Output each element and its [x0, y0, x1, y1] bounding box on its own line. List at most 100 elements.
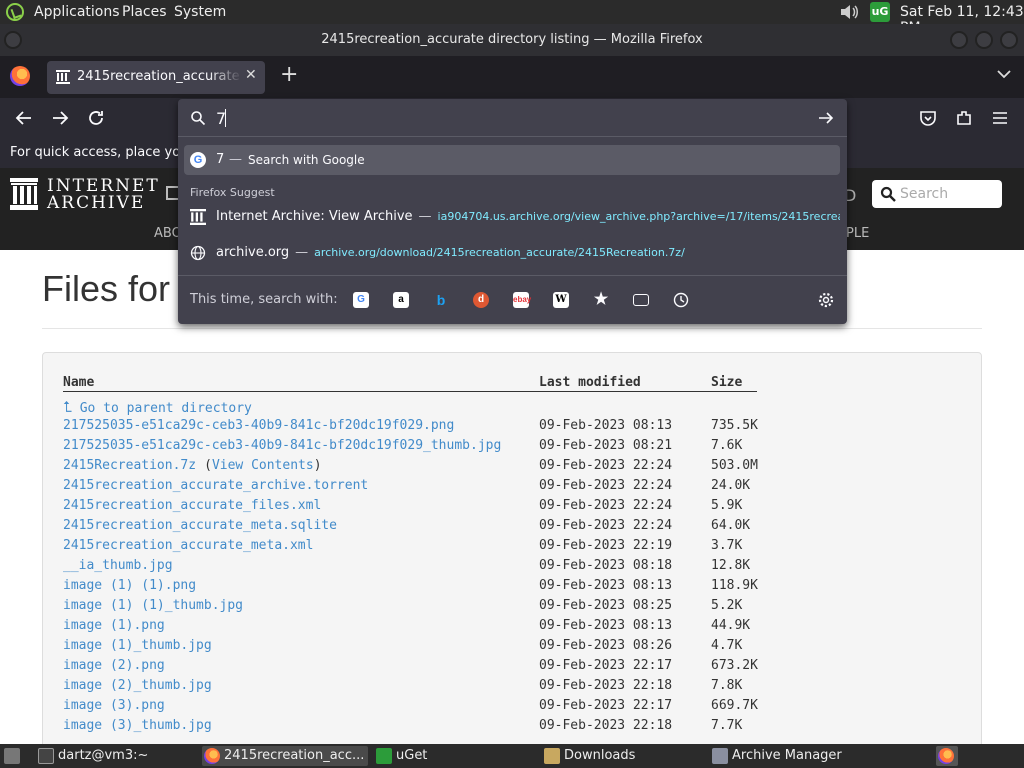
file-row: 217525035-e51ca29c-ceb3-40b9-841c-bf20dc… [63, 418, 943, 438]
back-icon[interactable] [14, 108, 34, 128]
reload-icon[interactable] [86, 108, 106, 128]
task-uget[interactable]: uGet [374, 746, 534, 766]
amazon-icon[interactable]: a [393, 292, 409, 308]
result-url: ia904704.us.archive.org/view_archive.php… [437, 210, 840, 223]
menu-applications[interactable]: Applications [34, 4, 120, 20]
bing-icon[interactable]: b [433, 292, 449, 308]
text-caret [225, 109, 226, 127]
file-modified: 09-Feb-2023 22:18 [539, 678, 673, 693]
file-modified: 09-Feb-2023 08:18 [539, 558, 673, 573]
urlbar-input[interactable] [216, 106, 806, 130]
task-downloads[interactable]: Downloads [542, 746, 702, 766]
show-desktop-button[interactable] [2, 746, 22, 766]
file-size: 44.9K [711, 618, 751, 633]
file-link[interactable]: image (1) (1).png [63, 578, 196, 593]
volume-icon[interactable] [838, 2, 860, 22]
col-header-size[interactable]: Size [711, 375, 742, 390]
bookmarks-icon[interactable]: ★ [593, 292, 609, 308]
file-link[interactable]: 2415Recreation.7z [63, 458, 196, 473]
tab-title: 2415recreation_accurate directory listin… [77, 69, 242, 84]
tabs-icon[interactable] [633, 294, 649, 306]
file-row: image (2).png 09-Feb-2023 22:17 673.2K [63, 658, 943, 678]
result-history-1[interactable]: Internet Archive: View Archive — ia904704.… [184, 204, 840, 230]
result-search-google[interactable]: G 7 — Search with Google [184, 145, 840, 175]
view-contents-wrap: (View Contents) [204, 458, 321, 473]
paren: ) [313, 458, 322, 473]
file-modified: 09-Feb-2023 08:26 [539, 638, 673, 653]
window-menu-button[interactable] [4, 31, 22, 49]
file-size: 24.0K [711, 478, 751, 493]
wikipedia-icon[interactable]: W [553, 292, 569, 308]
parent-dir-row[interactable]: ⮤ Go to parent directory [63, 398, 943, 418]
forward-icon[interactable] [50, 108, 70, 128]
top-panel: Applications Places System uG Sat Feb 11… [0, 0, 1024, 36]
search-settings-gear-icon[interactable] [818, 292, 834, 308]
file-modified: 09-Feb-2023 22:24 [539, 498, 673, 513]
file-link[interactable]: image (1)_thumb.jpg [63, 638, 212, 653]
window-titlebar[interactable]: 2415recreation_accurate directory listin… [0, 24, 1024, 56]
up-arrow-icon: ⮤ [63, 398, 72, 416]
file-link[interactable]: image (2).png [63, 658, 165, 673]
task-label: 2415recreation_acc... [224, 748, 365, 763]
extensions-icon[interactable] [954, 108, 974, 128]
file-link[interactable]: 217525035-e51ca29c-ceb3-40b9-841c-bf20dc… [63, 438, 501, 453]
file-link[interactable]: 2415recreation_accurate_meta.xml [63, 538, 313, 553]
list-all-tabs-icon[interactable] [996, 66, 1012, 82]
duckduckgo-icon[interactable]: d [473, 292, 489, 308]
ia-nav-people-partial[interactable]: PLE [846, 226, 869, 241]
google-icon[interactable]: G [353, 292, 369, 308]
tab-active[interactable]: 2415recreation_accurate directory listin… [47, 61, 265, 94]
file-modified: 09-Feb-2023 08:13 [539, 418, 673, 433]
workspace-switcher[interactable] [936, 746, 958, 766]
minimize-button[interactable] [950, 31, 968, 49]
file-row: 2415recreation_accurate_files.xml 09-Feb-… [63, 498, 943, 518]
distro-logo-icon[interactable] [6, 3, 24, 21]
file-link[interactable]: 2415recreation_accurate_files.xml [63, 498, 321, 513]
menu-system[interactable]: System [174, 4, 226, 20]
file-link[interactable]: image (2)_thumb.jpg [63, 678, 212, 693]
go-arrow-icon[interactable] [818, 110, 834, 126]
file-size: 4.7K [711, 638, 743, 653]
file-link[interactable]: image (1) (1)_thumb.jpg [63, 598, 243, 613]
uget-tray-icon[interactable]: uG [870, 2, 890, 22]
file-row: image (1) (1)_thumb.jpg 09-Feb-2023 08:25… [63, 598, 943, 618]
paren: ( [204, 458, 212, 473]
firefox-view-icon[interactable] [10, 66, 30, 86]
ia-search-box[interactable]: Search [872, 180, 1002, 208]
file-link[interactable]: image (1).png [63, 618, 165, 633]
file-listing-table: Name Last modified Size ⮤ Go to parent d… [42, 352, 982, 744]
task-label: Archive Manager [732, 748, 842, 763]
tab-close-icon[interactable]: ✕ [245, 67, 257, 83]
file-link[interactable]: image (3)_thumb.jpg [63, 718, 212, 733]
file-link[interactable]: image (3).png [63, 698, 165, 713]
file-link[interactable]: __ia_thumb.jpg [63, 558, 173, 573]
view-contents-link[interactable]: View Contents [212, 458, 314, 473]
urlbar-dropdown: G 7 — Search with Google Firefox Suggest… [178, 99, 847, 324]
new-tab-button[interactable]: + [280, 62, 298, 87]
menu-places[interactable]: Places [122, 4, 167, 20]
col-header-modified[interactable]: Last modified [539, 375, 641, 390]
file-modified: 09-Feb-2023 22:17 [539, 698, 673, 713]
file-modified: 09-Feb-2023 22:18 [539, 718, 673, 733]
maximize-button[interactable] [975, 31, 993, 49]
history-icon[interactable] [673, 292, 689, 308]
urlbar[interactable] [178, 99, 847, 137]
file-size: 64.0K [711, 518, 751, 533]
file-link[interactable]: 217525035-e51ca29c-ceb3-40b9-841c-bf20dc… [63, 418, 454, 433]
file-row: image (3).png 09-Feb-2023 22:17 669.7K [63, 698, 943, 718]
result-history-2[interactable]: archive.org — archive.org/download/2415rec… [184, 240, 840, 266]
file-link[interactable]: 2415recreation_accurate_archive.torrent [63, 478, 368, 493]
col-header-name[interactable]: Name [63, 375, 94, 390]
pocket-icon[interactable] [918, 108, 938, 128]
result-sep: — [229, 152, 242, 167]
file-size: 7.7K [711, 718, 743, 733]
close-window-button[interactable] [1000, 31, 1018, 49]
task-firefox[interactable]: 2415recreation_acc... [202, 746, 368, 766]
hamburger-menu-icon[interactable] [990, 108, 1010, 128]
file-link[interactable]: 2415recreation_accurate_meta.sqlite [63, 518, 337, 533]
parent-dir-link[interactable]: ⮤ Go to parent directory [63, 398, 252, 416]
task-terminal[interactable]: dartz@vm3:~ [36, 746, 196, 766]
file-row: image (1) (1).png 09-Feb-2023 08:13 118.9K [63, 578, 943, 598]
ebay-icon[interactable]: ebay [513, 292, 531, 308]
task-archive-manager[interactable]: Archive Manager [710, 746, 880, 766]
